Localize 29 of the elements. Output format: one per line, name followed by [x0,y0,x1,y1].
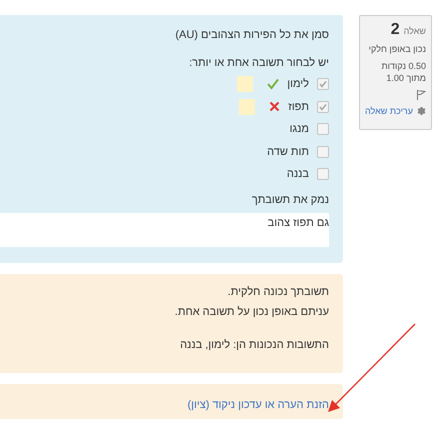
feedback-text: תשובתך נכונה חלקית. [226,286,329,298]
option-label: בננה [286,168,309,180]
question-state: נכון באופן חלקי [368,43,426,56]
question-number: 2 [390,21,400,39]
checkbox[interactable] [317,168,329,180]
checkbox[interactable] [317,78,329,90]
flag-icon[interactable] [416,88,426,101]
checkbox[interactable] [317,100,329,113]
question-label: שאלה [404,26,426,36]
edit-question-link[interactable]: עריכת שאלה [365,104,426,117]
gear-icon [416,104,426,117]
checkbox[interactable] [317,123,329,136]
check-icon [267,78,280,90]
answer-prompt: יש לבחור תשובה אחת או יותר: [188,57,329,69]
cross-icon [269,101,280,112]
option-label: תפוז [288,100,309,113]
feedback-marker [239,98,256,115]
option-label: מנגו [290,123,309,136]
feedback-marker [237,76,254,92]
checkbox[interactable] [317,146,329,158]
comment-link[interactable]: הזנת הערה או עדכון ניקוד (ציון) [188,399,329,411]
right-answer-text: התשובות הנכונות הן: לימון, בננה [179,339,329,351]
reason-answer: גם תפוז צהוב [0,212,329,246]
reason-label: נמק את תשובתך [250,194,329,206]
feedback-text: עניתם באופן נכון על תשובה אחת. [174,306,329,318]
question-text: סמן את כל הפירות הצהובים (AU) [174,29,329,41]
option-label: לימון [287,78,309,90]
question-grade: 0.50 נקודות מתוך 1.00 [380,60,426,85]
option-label: תות שדה [267,146,309,158]
